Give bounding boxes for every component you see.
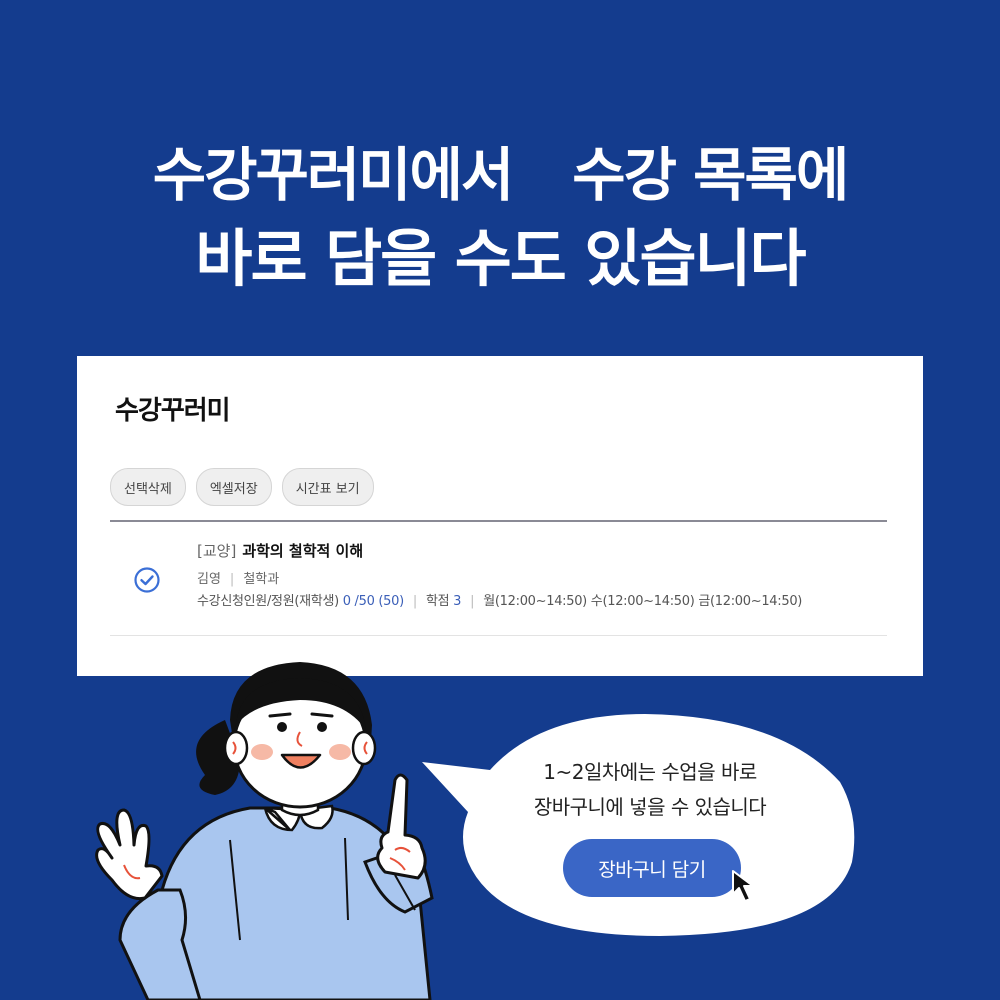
headline-line-1-right: 수강 목록에 (572, 141, 849, 209)
course-bundle-panel: 수강꾸러미 선택삭제 엑셀저장 시간표 보기 [교양] 과학의 철학적 이해 김영… (77, 356, 923, 676)
course-meta-row: 수강신청인원/정원(재학생) 0 /50 (50) | 학점 3 | 월(12:00~1… (197, 594, 803, 609)
headline-line-1-left: 수강꾸러미에서 (152, 141, 515, 209)
check-circle-icon[interactable] (133, 566, 161, 594)
headline-line-1: 수강꾸러미에서 수강 목록에 (0, 128, 1000, 212)
enroll-label: 수강신청인원/정원(재학생) (197, 594, 339, 609)
bubble-line-2: 장바구니에 넣을 수 있습니다 (533, 795, 767, 819)
enroll-value: 0 /50 (50) (342, 594, 404, 609)
bubble-line-1: 1~2일차에는 수업을 바로 (543, 760, 757, 784)
mouse-pointer-icon (732, 870, 754, 902)
course-department: 철학과 (243, 572, 280, 587)
course-professor-row: 김영 | 철학과 (197, 572, 280, 587)
panel-toolbar: 선택삭제 엑셀저장 시간표 보기 (110, 468, 374, 506)
excel-save-button[interactable]: 엑셀저장 (195, 468, 272, 506)
course-item: [교양] 과학의 철학적 이해 김영 | 철학과 수강신청인원/정원(재학생) 0 /… (197, 540, 897, 609)
view-timetable-button[interactable]: 시간표 보기 (281, 468, 374, 506)
course-name: 과학의 철학적 이해 (242, 542, 364, 560)
course-title-row: [교양] 과학의 철학적 이해 (197, 540, 897, 564)
add-to-cart-button[interactable]: 장바구니 담기 (563, 839, 741, 897)
headline-line-2: 바로 담을 수도 있습니다 (195, 222, 806, 295)
panel-title: 수강꾸러미 (115, 396, 231, 426)
delete-selected-button[interactable]: 선택삭제 (110, 468, 186, 506)
course-schedule: 월(12:00~14:50) 수(12:00~14:50) 금(12:00~14… (483, 594, 803, 609)
speech-bubble (422, 714, 855, 936)
list-header-divider (110, 520, 887, 522)
list-row-divider (110, 635, 887, 636)
character-illustration (95, 662, 434, 1000)
credit-value: 3 (453, 594, 462, 609)
course-category: [교양] (197, 542, 237, 560)
course-professor: 김영 (197, 572, 221, 587)
credit-label: 학점 (425, 594, 450, 609)
